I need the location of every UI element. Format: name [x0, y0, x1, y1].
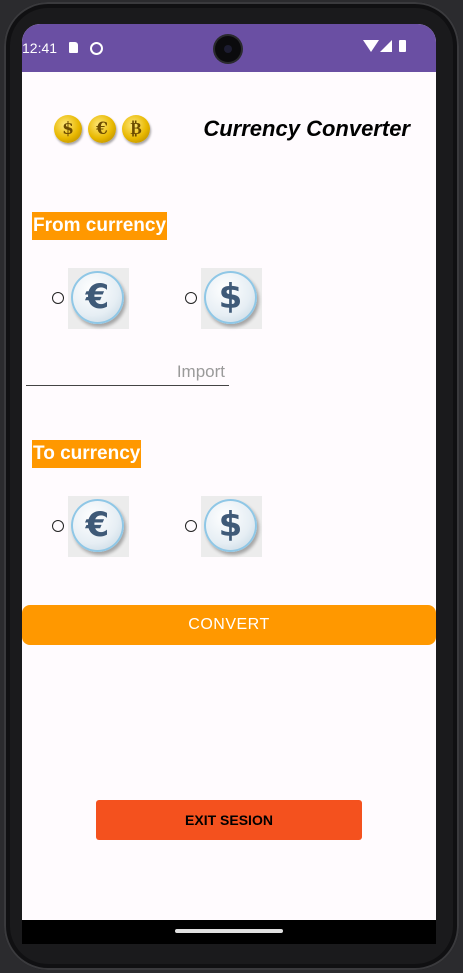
sd-card-icon	[69, 42, 78, 53]
euro-icon: €	[71, 499, 124, 552]
status-time: 12:41	[22, 40, 58, 56]
to-dollar-radio[interactable]	[185, 520, 197, 532]
from-euro-radio[interactable]	[52, 292, 64, 304]
front-camera	[215, 36, 241, 62]
exit-session-button[interactable]: EXIT SESION	[96, 800, 362, 840]
app-title: Currency Converter	[203, 116, 410, 141]
dollar-icon: $	[204, 499, 257, 552]
home-indicator[interactable]	[175, 929, 283, 933]
navigation-bar	[22, 920, 436, 944]
signal-icon	[380, 40, 392, 52]
from-dollar-option[interactable]: $	[201, 268, 262, 329]
convert-button[interactable]: CONVERT	[22, 605, 436, 645]
to-euro-radio[interactable]	[52, 520, 64, 532]
bitcoin-coin-icon: ₿	[122, 115, 150, 143]
to-dollar-option[interactable]: $	[201, 496, 262, 557]
battery-icon	[399, 40, 406, 52]
from-dollar-radio[interactable]	[185, 292, 197, 304]
from-euro-option[interactable]: €	[68, 268, 129, 329]
status-bar: 12:41	[22, 24, 436, 72]
wifi-icon	[363, 40, 379, 52]
coins-logo: $ € ₿	[52, 113, 154, 147]
dollar-icon: $	[204, 271, 257, 324]
app-screen: 12:41 $ € ₿ Currency Converter From curr…	[22, 24, 436, 944]
to-currency-label: To currency	[32, 440, 142, 468]
euro-coin-icon: €	[88, 115, 116, 143]
dollar-coin-icon: $	[54, 115, 82, 143]
from-currency-label: From currency	[32, 212, 168, 240]
amount-input[interactable]	[26, 358, 229, 386]
sync-icon	[90, 42, 103, 55]
to-euro-option[interactable]: €	[68, 496, 129, 557]
euro-icon: €	[71, 271, 124, 324]
